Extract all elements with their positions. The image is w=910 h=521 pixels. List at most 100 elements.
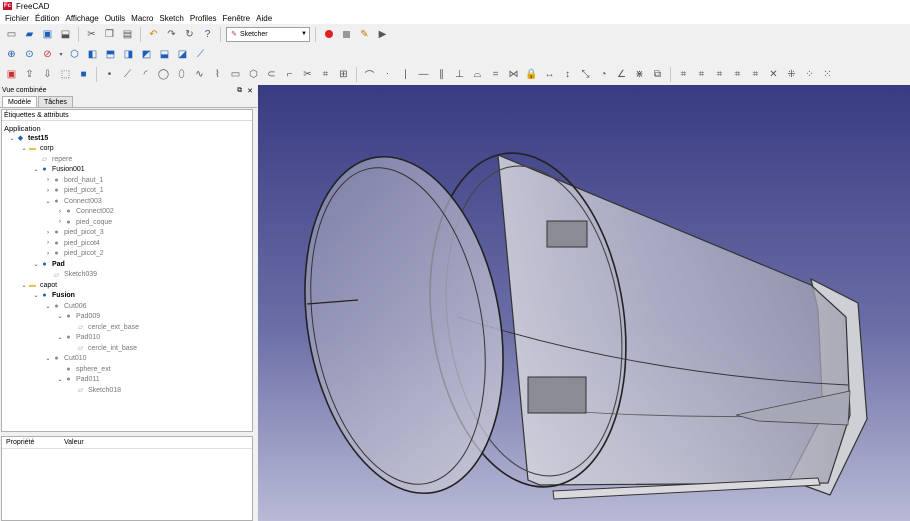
menu-aide[interactable]: Aide xyxy=(255,14,277,23)
undo-icon[interactable]: ↶ xyxy=(146,27,161,42)
tree-item[interactable]: ⌄ ● Pad011 xyxy=(2,375,252,386)
tab-modele[interactable]: Modèle xyxy=(2,96,37,107)
tree-item[interactable]: ▱ Sketch039 xyxy=(2,270,252,281)
close-icon[interactable]: ✕ xyxy=(247,87,253,95)
top-view-icon[interactable]: ⬒ xyxy=(103,47,118,62)
collapse-arrow-icon[interactable]: › xyxy=(44,188,52,194)
attach-sketch-icon[interactable]: ⇩ xyxy=(40,67,55,82)
constrain-angle-icon[interactable]: ∠ xyxy=(614,67,629,82)
constrain-perpendicular-icon[interactable]: ⊥ xyxy=(452,67,467,82)
polyline-icon[interactable]: ⌇ xyxy=(210,67,225,82)
tree-item[interactable]: ⌄ ● Fusion001 xyxy=(2,165,252,176)
right-view-icon[interactable]: ◨ xyxy=(121,47,136,62)
3d-viewport[interactable] xyxy=(258,85,910,521)
open-file-icon[interactable]: ▰ xyxy=(22,27,37,42)
constrain-radius-icon[interactable]: ◔ xyxy=(596,67,611,82)
tree-item[interactable]: ⌄ ● Pad010 xyxy=(2,333,252,344)
save-icon[interactable]: ▣ xyxy=(40,27,55,42)
tree-item[interactable]: › ● pied_picot_1 xyxy=(2,186,252,197)
select-constraints-icon[interactable]: ⌗ xyxy=(676,67,691,82)
expand-arrow-icon[interactable]: ⌄ xyxy=(32,166,40,173)
collapse-arrow-icon[interactable]: › xyxy=(44,251,52,257)
tree-item[interactable]: ▱ repere xyxy=(2,154,252,165)
tree-item[interactable]: ⌄ ▬ capot xyxy=(2,280,252,291)
tree-item[interactable]: › ● pied_coque xyxy=(2,217,252,228)
new-file-icon[interactable]: ▭ xyxy=(4,27,19,42)
menu-edition[interactable]: Édition xyxy=(34,14,64,23)
clone-icon[interactable]: ⁜ xyxy=(784,67,799,82)
constrain-vertical-distance-icon[interactable]: ↕ xyxy=(560,67,575,82)
circle-icon[interactable]: ◯ xyxy=(156,67,171,82)
rear-view-icon[interactable]: ◩ xyxy=(139,47,154,62)
select-vertical-axis-icon[interactable]: ⌗ xyxy=(712,67,727,82)
view-sketch-icon[interactable]: ⬚ xyxy=(58,67,73,82)
tree-item[interactable]: ⌄ ▬ corp xyxy=(2,144,252,155)
expand-arrow-icon[interactable]: ⌄ xyxy=(44,303,52,310)
menu-fenetre[interactable]: Fenêtre xyxy=(222,14,256,23)
collapse-arrow-icon[interactable]: › xyxy=(44,177,52,183)
constrain-vertical-icon[interactable]: | xyxy=(398,67,413,82)
tree-item[interactable]: ⌄ ● Pad xyxy=(2,259,252,270)
line-icon[interactable]: ⟋ xyxy=(120,67,135,82)
bottom-view-icon[interactable]: ⬓ xyxy=(157,47,172,62)
sketch-view-icon[interactable]: ▣ xyxy=(4,67,19,82)
whats-this-icon[interactable]: ? xyxy=(200,27,215,42)
constrain-distance-icon[interactable]: ⤡ xyxy=(578,67,593,82)
redo-icon[interactable]: ↷ xyxy=(164,27,179,42)
tree-item[interactable]: › ● Connect002 xyxy=(2,207,252,218)
slot-icon[interactable]: ⊂ xyxy=(264,67,279,82)
expand-arrow-icon[interactable]: ⌄ xyxy=(32,261,40,268)
tab-taches[interactable]: Tâches xyxy=(37,96,73,107)
expand-arrow-icon[interactable]: ⌄ xyxy=(32,292,40,299)
fillet-icon[interactable]: ⌐ xyxy=(282,67,297,82)
expand-arrow-icon[interactable]: ⌄ xyxy=(44,355,52,362)
constrain-equal-icon[interactable]: = xyxy=(488,67,503,82)
measure-icon[interactable]: ⟋ xyxy=(193,47,208,62)
constrain-horizontal-distance-icon[interactable]: ↔ xyxy=(542,67,557,82)
array-icon[interactable]: ⁙ xyxy=(820,67,835,82)
tree-item[interactable]: ⌄ ◆ test15 xyxy=(2,133,252,144)
construction-mode-icon[interactable]: ⊞ xyxy=(336,67,351,82)
isometric-view-icon[interactable]: ⬡ xyxy=(67,47,82,62)
expand-arrow-icon[interactable]: ⌄ xyxy=(20,145,28,152)
constrain-tangent-icon[interactable]: ⌓ xyxy=(470,67,485,82)
collapse-arrow-icon[interactable]: › xyxy=(56,209,64,215)
expand-arrow-icon[interactable]: ⌄ xyxy=(20,282,28,289)
fit-all-icon[interactable]: ⊕ xyxy=(4,47,19,62)
bspline-icon[interactable]: ∿ xyxy=(192,67,207,82)
collapse-arrow-icon[interactable]: › xyxy=(44,230,52,236)
toggle-driving-icon[interactable]: ⧉ xyxy=(650,67,665,82)
tree-item[interactable]: ● sphere_ext xyxy=(2,364,252,375)
paste-icon[interactable]: ▤ xyxy=(120,27,135,42)
copy-icon[interactable]: ❐ xyxy=(102,27,117,42)
chevron-down-icon[interactable]: ▾ xyxy=(58,47,64,62)
macro-run-icon[interactable]: ▶ xyxy=(375,27,390,42)
collapse-arrow-icon[interactable]: › xyxy=(44,240,52,246)
tree-item[interactable]: ⌄ ● Fusion xyxy=(2,291,252,302)
point-icon[interactable]: • xyxy=(102,67,117,82)
select-redundant-icon[interactable]: ⌗ xyxy=(748,67,763,82)
tree-item[interactable]: › ● pied_picot4 xyxy=(2,238,252,249)
cut-icon[interactable]: ✂ xyxy=(84,27,99,42)
tree-item[interactable]: › ● pied_picot_2 xyxy=(2,249,252,260)
expand-arrow-icon[interactable]: ⌄ xyxy=(56,334,64,341)
copy-geometry-icon[interactable]: ⁘ xyxy=(802,67,817,82)
tree-item[interactable]: ⌄ ● Cut010 xyxy=(2,354,252,365)
tree-item[interactable]: › ● pied_picot_3 xyxy=(2,228,252,239)
symmetry-icon[interactable]: ✕ xyxy=(766,67,781,82)
expand-arrow-icon[interactable]: ⌄ xyxy=(44,198,52,205)
tree-item[interactable]: ⌄ ● Connect003 xyxy=(2,196,252,207)
tree-item[interactable]: ⌄ ● Cut006 xyxy=(2,301,252,312)
constrain-parallel-icon[interactable]: ∥ xyxy=(434,67,449,82)
menu-fichier[interactable]: Fichier xyxy=(4,14,34,23)
save-as-icon[interactable]: ⬓ xyxy=(58,27,73,42)
macro-edit-icon[interactable]: ✎ xyxy=(357,27,372,42)
float-panel-icon[interactable]: ⧉ xyxy=(237,87,242,95)
refresh-icon[interactable]: ↻ xyxy=(182,27,197,42)
conic-icon[interactable]: ⬯ xyxy=(174,67,189,82)
tree-item[interactable]: ⌄ ● Pad009 xyxy=(2,312,252,323)
menu-macro[interactable]: Macro xyxy=(130,14,158,23)
front-view-icon[interactable]: ◧ xyxy=(85,47,100,62)
external-geometry-icon[interactable]: ⌗ xyxy=(318,67,333,82)
draw-style-icon[interactable]: ⊘ xyxy=(40,47,55,62)
